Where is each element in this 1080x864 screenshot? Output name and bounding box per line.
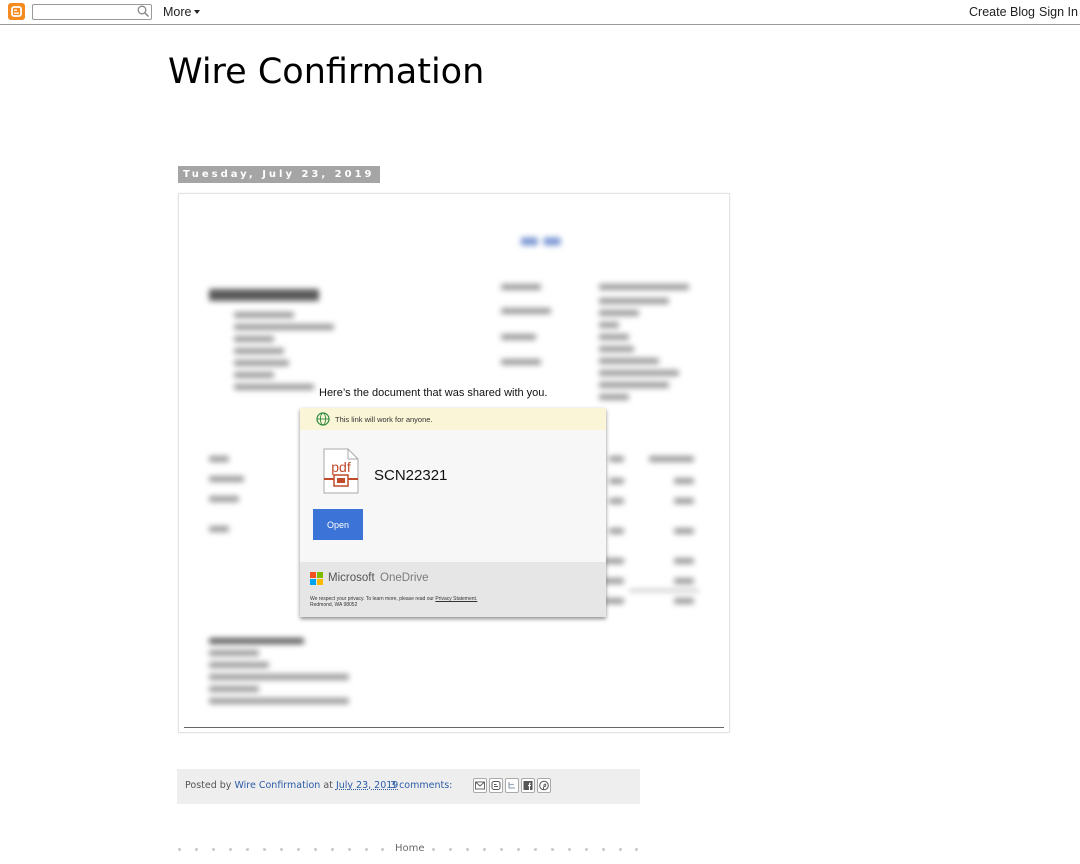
caret-down-icon: [194, 10, 201, 14]
link-notice-banner: This link will work for anyone.: [300, 408, 606, 430]
blogger-navbar: More Create Blog Sign In: [0, 0, 1080, 25]
comments-link[interactable]: 3 comments:: [390, 780, 452, 791]
create-blog-link[interactable]: Create Blog: [969, 5, 1035, 19]
blog-title[interactable]: Wire Confirmation: [168, 52, 484, 92]
share-heading: Here’s the document that was shared with…: [319, 387, 548, 399]
company-logo-icon: ▬▬: [519, 228, 565, 253]
globe-icon: [316, 412, 330, 426]
sign-in-link[interactable]: Sign In: [1039, 5, 1078, 19]
pager-dots-right: [432, 848, 642, 852]
post-image[interactable]: ▬▬ Here’s the document that was shared w…: [178, 193, 730, 733]
onedrive-brand-text: OneDrive: [380, 572, 429, 584]
post-date-header: Tuesday, July 23, 2019: [178, 166, 380, 183]
twitter-icon[interactable]: [505, 778, 519, 793]
microsoft-logo-icon: [310, 572, 324, 586]
microsoft-brand-text: Microsoft: [328, 572, 375, 584]
open-button[interactable]: Open: [313, 509, 363, 540]
pdf-icon-label: pdf: [331, 459, 351, 475]
post-footer: Posted by Wire Confirmation at July 23, …: [177, 769, 640, 804]
search-icon[interactable]: [137, 5, 150, 18]
privacy-notice: We respect your privacy. To learn more, …: [310, 596, 477, 608]
search-input[interactable]: [35, 5, 131, 18]
shared-file-name: SCN22321: [374, 467, 448, 484]
home-link[interactable]: Home: [395, 843, 425, 854]
privacy-statement-link[interactable]: Privacy Statement.: [435, 596, 477, 602]
pager-dots-left: [178, 848, 388, 852]
link-notice-text: This link will work for anyone.: [335, 415, 433, 424]
at-text: at: [323, 780, 333, 791]
company-address: Redmond, WA 98052: [310, 602, 358, 608]
author-link[interactable]: Wire Confirmation: [234, 780, 320, 791]
posted-by-prefix: Posted by: [185, 780, 232, 791]
facebook-icon[interactable]: [521, 778, 535, 793]
pinterest-icon[interactable]: [537, 778, 551, 793]
posted-by-line: Posted by Wire Confirmation at July 23, …: [185, 780, 398, 791]
onedrive-footer: Microsoft OneDrive We respect your priva…: [300, 562, 606, 617]
more-label: More: [163, 5, 192, 19]
email-icon[interactable]: [473, 778, 487, 793]
blogger-icon[interactable]: [489, 778, 503, 793]
invoice-divider: [184, 727, 724, 728]
onedrive-share-card: This link will work for anyone. pdf SCN2…: [300, 408, 606, 617]
post-date-link[interactable]: July 23, 2019: [336, 780, 398, 791]
more-menu[interactable]: More: [163, 5, 201, 19]
pdf-file-icon: pdf: [323, 448, 359, 494]
search-field[interactable]: [32, 4, 152, 20]
blogger-logo-icon[interactable]: [8, 3, 25, 20]
